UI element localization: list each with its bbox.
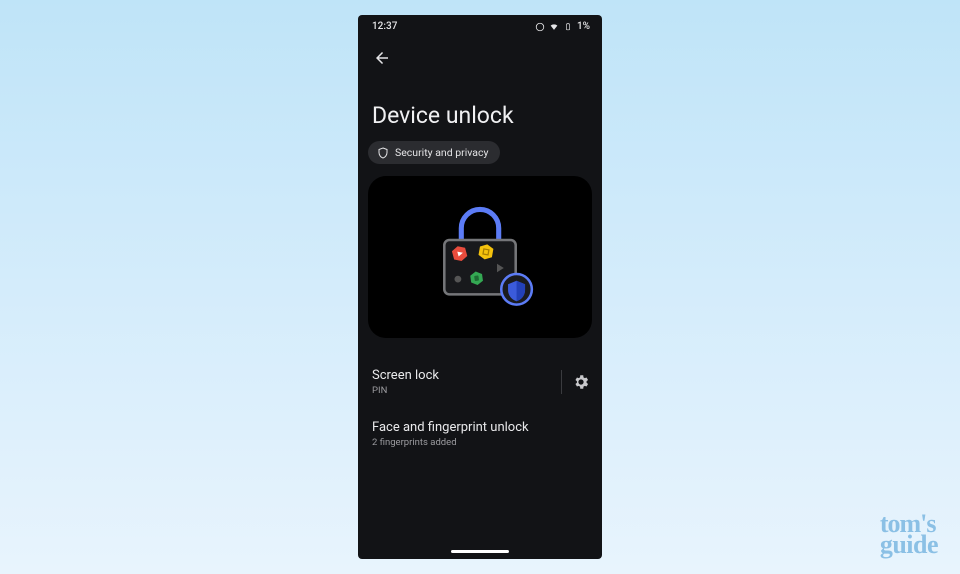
screen-lock-subtitle: PIN <box>372 385 439 396</box>
breadcrumb-chip[interactable]: Security and privacy <box>368 141 500 164</box>
breadcrumb-label: Security and privacy <box>395 146 488 159</box>
shield-icon <box>377 147 389 159</box>
page-title: Device unlock <box>358 74 602 141</box>
phone-frame: 12:37 1% Device unlock Security and priv… <box>358 15 602 559</box>
battery-icon <box>563 22 573 32</box>
face-fingerprint-title: Face and fingerprint unlock <box>372 420 529 435</box>
screen-lock-item[interactable]: Screen lock PIN <box>372 362 590 414</box>
face-fingerprint-subtitle: 2 fingerprints added <box>372 437 529 448</box>
divider <box>561 370 562 394</box>
face-fingerprint-item[interactable]: Face and fingerprint unlock 2 fingerprin… <box>372 414 590 466</box>
screen-lock-actions <box>561 370 590 394</box>
app-bar <box>358 38 602 74</box>
settings-list: Screen lock PIN Face and fingerprint unl… <box>358 338 602 466</box>
status-bar: 12:37 1% <box>358 15 602 38</box>
unlock-illustration <box>368 176 592 338</box>
screen-lock-settings-button[interactable] <box>572 373 590 391</box>
gear-icon <box>572 373 590 391</box>
lock-icon <box>395 187 565 327</box>
status-icons: 1% <box>535 21 590 32</box>
status-time: 12:37 <box>372 21 397 32</box>
navigation-pill[interactable] <box>451 550 509 553</box>
themed-icon <box>535 22 545 32</box>
arrow-left-icon <box>373 49 391 67</box>
watermark: tom's guide <box>880 514 938 556</box>
battery-percent: 1% <box>577 21 590 32</box>
watermark-line2: guide <box>880 535 938 556</box>
screen-lock-title: Screen lock <box>372 368 439 383</box>
back-button[interactable] <box>372 48 392 68</box>
wifi-icon <box>549 22 559 32</box>
